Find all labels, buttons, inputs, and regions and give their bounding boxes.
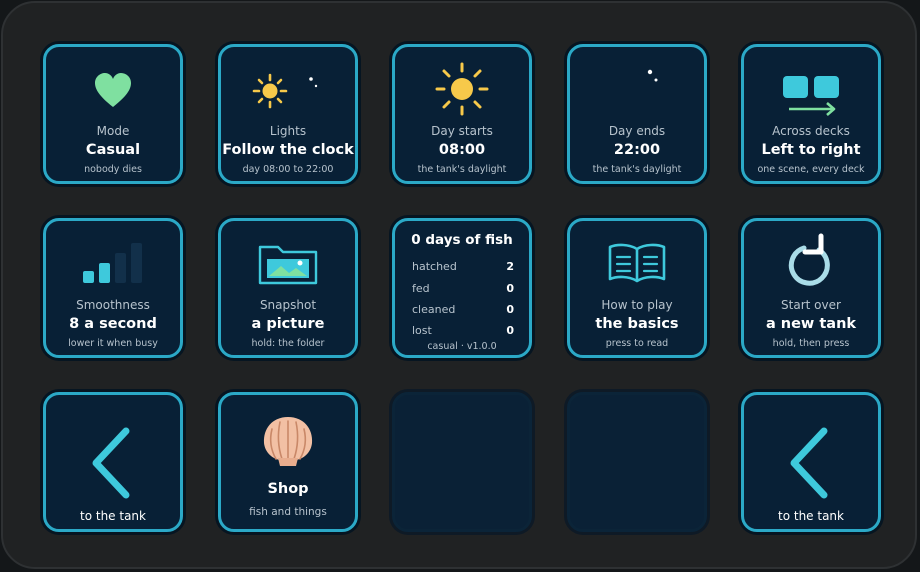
stat-key: fed	[412, 282, 430, 295]
decks-arrow-icon	[783, 76, 839, 116]
lights-key[interactable]: Lights Follow the clock day 08:00 to 22:…	[218, 44, 358, 184]
across-decks-sub: one scene, every deck	[757, 164, 865, 175]
heart-icon	[95, 73, 131, 107]
mode-value: Casual	[85, 142, 141, 158]
back-to-tank-label: to the tank	[778, 509, 844, 523]
day-starts-key[interactable]: Day starts 08:00 the tank's daylight	[392, 44, 532, 184]
stat-key: hatched	[412, 260, 457, 273]
how-to-play-label: How to play	[601, 298, 673, 312]
back-to-tank-key-right[interactable]: to the tank	[741, 392, 881, 532]
stat-key: cleaned	[412, 303, 456, 316]
day-ends-sub: the tank's daylight	[592, 164, 682, 175]
day-ends-label: Day ends	[608, 124, 666, 138]
day-ends-value: 22:00	[613, 142, 661, 158]
start-over-label: Start over	[781, 298, 841, 312]
moon-icon	[619, 67, 658, 111]
day-starts-label: Day starts	[431, 124, 493, 138]
across-decks-key[interactable]: Across decks Left to right one scene, ev…	[741, 44, 881, 184]
sun-moon-icon	[252, 73, 318, 109]
lights-label: Lights	[269, 124, 307, 138]
stat-row: cleaned 0	[412, 303, 514, 316]
snapshot-sub: hold: the folder	[251, 338, 325, 349]
lights-value: Follow the clock	[222, 142, 354, 158]
shop-sub: fish and things	[249, 506, 327, 518]
chevron-left-icon	[92, 427, 130, 499]
snapshot-key[interactable]: Snapshot a picture hold: the folder	[218, 218, 358, 358]
sun-icon	[435, 62, 489, 116]
empty-key[interactable]	[392, 392, 532, 532]
day-ends-key[interactable]: Day ends 22:00 the tank's daylight	[567, 44, 707, 184]
stat-value: 0	[506, 324, 514, 337]
day-starts-sub: the tank's daylight	[417, 164, 507, 175]
signal-bars-icon	[83, 243, 142, 283]
stream-deck: Mode Casual nobody dies Lights Follow th…	[1, 1, 917, 569]
start-over-key[interactable]: Start over a new tank hold, then press	[741, 218, 881, 358]
day-starts-value: 08:00	[438, 142, 486, 158]
how-to-play-key[interactable]: How to play the basics press to read	[567, 218, 707, 358]
stat-row: lost 0	[412, 324, 514, 337]
across-decks-value: Left to right	[761, 142, 861, 158]
chevron-left-icon	[790, 427, 828, 499]
shop-key[interactable]: Shop fish and things	[218, 392, 358, 532]
stats-key[interactable]: 0 days of fish hatched 2 fed 0 cleaned 0…	[392, 218, 532, 358]
back-to-tank-label: to the tank	[80, 509, 146, 523]
back-to-tank-key-left[interactable]: to the tank	[43, 392, 183, 532]
start-over-sub: hold, then press	[772, 338, 850, 349]
start-over-value: a new tank	[765, 316, 857, 332]
across-decks-label: Across decks	[772, 124, 850, 138]
stat-value: 0	[506, 282, 514, 295]
smoothness-label: Smoothness	[76, 298, 150, 312]
how-to-play-value: the basics	[595, 316, 679, 332]
mode-key[interactable]: Mode Casual nobody dies	[43, 44, 183, 184]
stat-value: 2	[506, 260, 514, 273]
book-icon	[608, 243, 666, 283]
how-to-play-sub: press to read	[605, 338, 669, 349]
stat-value: 0	[506, 303, 514, 316]
smoothness-value: 8 a second	[69, 316, 157, 332]
stat-key: lost	[412, 324, 432, 337]
smoothness-sub: lower it when busy	[68, 338, 158, 349]
stat-row: hatched 2	[412, 260, 514, 273]
shop-value: Shop	[267, 481, 309, 497]
smoothness-key[interactable]: Smoothness 8 a second lower it when busy	[43, 218, 183, 358]
stat-row: fed 0	[412, 282, 514, 295]
snapshot-value: a picture	[251, 316, 325, 332]
lights-sub: day 08:00 to 22:00	[242, 164, 334, 175]
folder-image-icon	[258, 245, 318, 285]
snapshot-label: Snapshot	[259, 298, 317, 312]
empty-key[interactable]	[567, 392, 707, 532]
stats-title: 0 days of fish	[411, 232, 513, 248]
mode-label: Mode	[96, 124, 130, 138]
mode-sub: nobody dies	[84, 164, 142, 175]
restart-icon	[788, 233, 830, 286]
stats-version: casual · v1.0.0	[427, 341, 497, 352]
shell-icon	[263, 417, 313, 466]
